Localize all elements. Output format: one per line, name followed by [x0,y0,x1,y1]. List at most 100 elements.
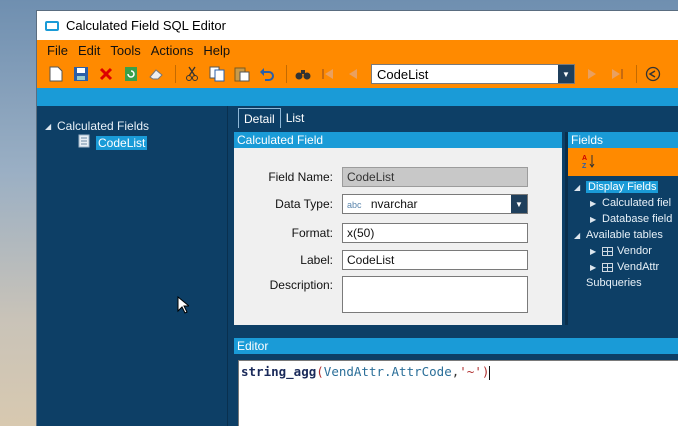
fields-panel: Fields AZ ◢ Display Fields ▶ Calculated … [565,132,678,325]
tree-root-label: Calculated Fields [57,119,150,133]
prev-record-icon[interactable] [342,63,364,85]
label-row: Label: CodeList [234,250,528,270]
menu-tools[interactable]: Tools [110,43,140,58]
new-icon[interactable] [45,63,67,85]
detail-area: Detail List Calculated Field Field Name:… [234,106,678,426]
calculated-fields-label: Calculated fiel [602,197,672,209]
description-label: Description: [269,278,333,292]
paste-icon[interactable] [231,63,253,85]
app-icon [45,20,59,31]
collapsed-triangle-icon[interactable]: ▶ [590,247,602,256]
chevron-down-icon[interactable]: ▼ [558,65,574,83]
pane-splitter[interactable] [227,106,234,426]
refresh-icon[interactable] [120,63,142,85]
field-name-input: CodeList [342,167,528,187]
description-row: Description: [234,276,528,313]
field-doc-icon [77,134,91,151]
format-row: Format: x(50) [234,223,528,243]
tab-list[interactable]: List [281,108,310,128]
editor-header: Editor [234,338,678,354]
fields-display-fields[interactable]: ◢ Display Fields [574,181,659,193]
description-input[interactable] [342,276,528,313]
record-selector-dropdown[interactable]: CodeList ▼ [371,64,575,84]
menu-help[interactable]: Help [203,43,230,58]
collapsed-triangle-icon[interactable]: ▶ [590,199,602,208]
svg-text:A: A [582,155,587,162]
expand-triangle-icon[interactable]: ◢ [574,231,586,240]
menu-file[interactable]: File [47,43,68,58]
table-icon [602,246,613,256]
chevron-down-icon[interactable]: ▼ [511,195,527,213]
first-record-icon[interactable] [317,63,339,85]
label-input[interactable]: CodeList [342,250,528,270]
fields-subqueries[interactable]: Subqueries [586,277,642,289]
sort-az-icon[interactable]: AZ [582,153,596,172]
fields-calculated-fields[interactable]: ▶ Calculated fiel [590,197,671,209]
code-argument: VendAttr.AttrCode [323,364,452,379]
display-fields-label: Display Fields [586,181,659,193]
tab-bar: Detail List [234,106,678,128]
field-name-label: Field Name: [268,170,333,184]
tree-node-codelist[interactable]: CodeList [77,134,148,151]
save-icon[interactable] [70,63,92,85]
expand-triangle-icon[interactable]: ◢ [574,183,586,192]
field-name-row: Field Name: CodeList [234,167,528,187]
code-string-literal: '~' [459,364,482,379]
eraser-icon[interactable] [145,63,167,85]
fields-available-tables[interactable]: ◢ Available tables [574,229,663,241]
next-record-icon[interactable] [581,63,603,85]
tree-node-label: CodeList [96,135,148,150]
database-fields-label: Database field [602,213,673,225]
data-type-row: Data Type: abc nvarchar ▼ [234,194,528,214]
table-vendor[interactable]: ▶ Vendor [590,245,652,257]
back-icon[interactable] [642,63,664,85]
calculated-field-header: Calculated Field [234,132,562,148]
label-label: Label: [300,253,333,267]
calculated-fields-tree: ◢ Calculated Fields CodeList [37,106,227,426]
sql-editor[interactable]: string_agg(VendAttr.AttrCode,'~') [238,360,678,426]
editor-window: Calculated Field SQL Editor File Edit To… [36,10,678,426]
record-selector-value: CodeList [377,66,429,82]
code-open-paren: ( [316,364,324,379]
delete-icon[interactable] [95,63,117,85]
fields-header: Fields [568,132,678,148]
toolbar-separator [286,65,287,83]
toolbar-separator [636,65,637,83]
text-type-icon: abc [347,200,362,210]
tab-detail[interactable]: Detail [238,108,281,128]
last-record-icon[interactable] [606,63,628,85]
data-type-dropdown[interactable]: abc nvarchar ▼ [342,194,528,214]
menu-bar: File Edit Tools Actions Help [37,40,678,60]
text-caret [489,365,491,380]
format-label: Format: [291,226,333,240]
fields-database-fields[interactable]: ▶ Database field [590,213,672,225]
format-input[interactable]: x(50) [342,223,528,243]
available-tables-label: Available tables [586,229,663,241]
subqueries-label: Subqueries [586,277,642,289]
menu-edit[interactable]: Edit [78,43,100,58]
undo-icon[interactable] [256,63,278,85]
collapsed-triangle-icon[interactable]: ▶ [590,263,602,272]
table-vendor-label: Vendor [617,245,652,257]
find-icon[interactable] [292,63,314,85]
code-function: string_agg [241,364,317,379]
table-vendattr-label: VendAttr [617,261,660,273]
expand-triangle-icon[interactable]: ◢ [45,122,57,131]
tree-root[interactable]: ◢ Calculated Fields [45,119,149,133]
svg-text:Z: Z [582,163,587,169]
collapsed-triangle-icon[interactable]: ▶ [590,215,602,224]
cut-icon[interactable] [181,63,203,85]
table-vendattr[interactable]: ▶ VendAttr [590,261,659,273]
toolbar-separator [175,65,176,83]
data-type-value: nvarchar [370,197,418,211]
data-type-label: Data Type: [275,197,333,211]
menu-actions[interactable]: Actions [151,43,194,58]
fields-toolbar: AZ [568,148,678,176]
window-title: Calculated Field SQL Editor [66,18,226,33]
toolbar: CodeList ▼ [37,60,678,88]
calculated-field-panel: Calculated Field Field Name: CodeList Da… [234,132,562,325]
table-icon [602,262,613,272]
code-close-paren: ) [481,364,490,379]
title-bar[interactable]: Calculated Field SQL Editor [37,11,678,40]
copy-icon[interactable] [206,63,228,85]
